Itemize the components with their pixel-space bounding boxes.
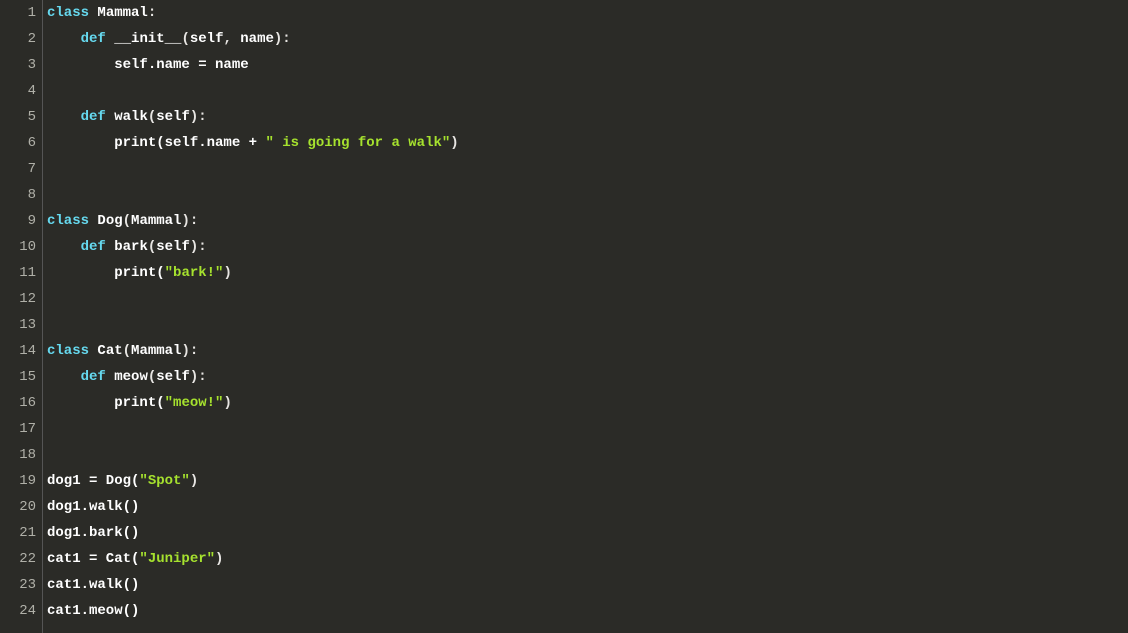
code-line[interactable]: def meow(self): bbox=[47, 364, 1128, 390]
keyword-class: class bbox=[47, 213, 89, 229]
keyword-class: class bbox=[47, 5, 89, 21]
keyword-def: def bbox=[81, 239, 106, 255]
string-literal: "Juniper" bbox=[139, 551, 215, 567]
line-number: 9 bbox=[0, 208, 36, 234]
string-literal: "bark!" bbox=[165, 265, 224, 281]
line-number: 1 bbox=[0, 0, 36, 26]
line-number: 7 bbox=[0, 156, 36, 182]
class-name: Mammal bbox=[97, 5, 147, 21]
line-number: 19 bbox=[0, 468, 36, 494]
line-number-gutter: 1 2 3 4 5 6 7 8 9 10 11 12 13 14 15 16 1… bbox=[0, 0, 43, 633]
line-number: 13 bbox=[0, 312, 36, 338]
code-editor[interactable]: 1 2 3 4 5 6 7 8 9 10 11 12 13 14 15 16 1… bbox=[0, 0, 1128, 633]
code-line[interactable]: cat1.meow() bbox=[47, 598, 1128, 624]
code-area[interactable]: class Mammal: def __init__(self, name): … bbox=[43, 0, 1128, 633]
code-line[interactable]: def bark(self): bbox=[47, 234, 1128, 260]
line-number: 12 bbox=[0, 286, 36, 312]
code-line[interactable]: print("meow!") bbox=[47, 390, 1128, 416]
line-number: 16 bbox=[0, 390, 36, 416]
function-name: walk bbox=[114, 109, 148, 125]
code-line[interactable]: class Cat(Mammal): bbox=[47, 338, 1128, 364]
line-number: 2 bbox=[0, 26, 36, 52]
code-line[interactable]: cat1.walk() bbox=[47, 572, 1128, 598]
code-line[interactable]: dog1.walk() bbox=[47, 494, 1128, 520]
class-name: Cat bbox=[97, 343, 122, 359]
code-line[interactable]: class Dog(Mammal): bbox=[47, 208, 1128, 234]
line-number: 4 bbox=[0, 78, 36, 104]
code-line[interactable]: self.name = name bbox=[47, 52, 1128, 78]
code-line[interactable] bbox=[47, 442, 1128, 468]
line-number: 5 bbox=[0, 104, 36, 130]
code-line[interactable]: dog1 = Dog("Spot") bbox=[47, 468, 1128, 494]
line-number: 10 bbox=[0, 234, 36, 260]
line-number: 20 bbox=[0, 494, 36, 520]
code-line[interactable] bbox=[47, 312, 1128, 338]
class-name: Dog bbox=[97, 213, 122, 229]
keyword-def: def bbox=[81, 31, 106, 47]
keyword-def: def bbox=[81, 109, 106, 125]
code-line[interactable]: class Mammal: bbox=[47, 0, 1128, 26]
line-number: 17 bbox=[0, 416, 36, 442]
code-line[interactable] bbox=[47, 286, 1128, 312]
code-line[interactable]: cat1 = Cat("Juniper") bbox=[47, 546, 1128, 572]
line-number: 11 bbox=[0, 260, 36, 286]
function-name: __init__ bbox=[114, 31, 181, 47]
keyword-def: def bbox=[81, 369, 106, 385]
code-line[interactable]: def __init__(self, name): bbox=[47, 26, 1128, 52]
line-number: 14 bbox=[0, 338, 36, 364]
string-literal: "meow!" bbox=[165, 395, 224, 411]
line-number: 24 bbox=[0, 598, 36, 624]
line-number: 8 bbox=[0, 182, 36, 208]
line-number: 23 bbox=[0, 572, 36, 598]
code-line[interactable] bbox=[47, 182, 1128, 208]
code-line[interactable]: print(self.name + " is going for a walk"… bbox=[47, 130, 1128, 156]
keyword-class: class bbox=[47, 343, 89, 359]
string-literal: " is going for a walk" bbox=[265, 135, 450, 151]
code-line[interactable]: def walk(self): bbox=[47, 104, 1128, 130]
line-number: 18 bbox=[0, 442, 36, 468]
line-number: 3 bbox=[0, 52, 36, 78]
line-number: 6 bbox=[0, 130, 36, 156]
line-number: 22 bbox=[0, 546, 36, 572]
code-line[interactable] bbox=[47, 416, 1128, 442]
code-line[interactable]: print("bark!") bbox=[47, 260, 1128, 286]
code-line[interactable] bbox=[47, 156, 1128, 182]
function-name: meow bbox=[114, 369, 148, 385]
function-name: bark bbox=[114, 239, 148, 255]
line-number: 21 bbox=[0, 520, 36, 546]
string-literal: "Spot" bbox=[139, 473, 189, 489]
code-line[interactable] bbox=[47, 78, 1128, 104]
code-line[interactable]: dog1.bark() bbox=[47, 520, 1128, 546]
line-number: 15 bbox=[0, 364, 36, 390]
